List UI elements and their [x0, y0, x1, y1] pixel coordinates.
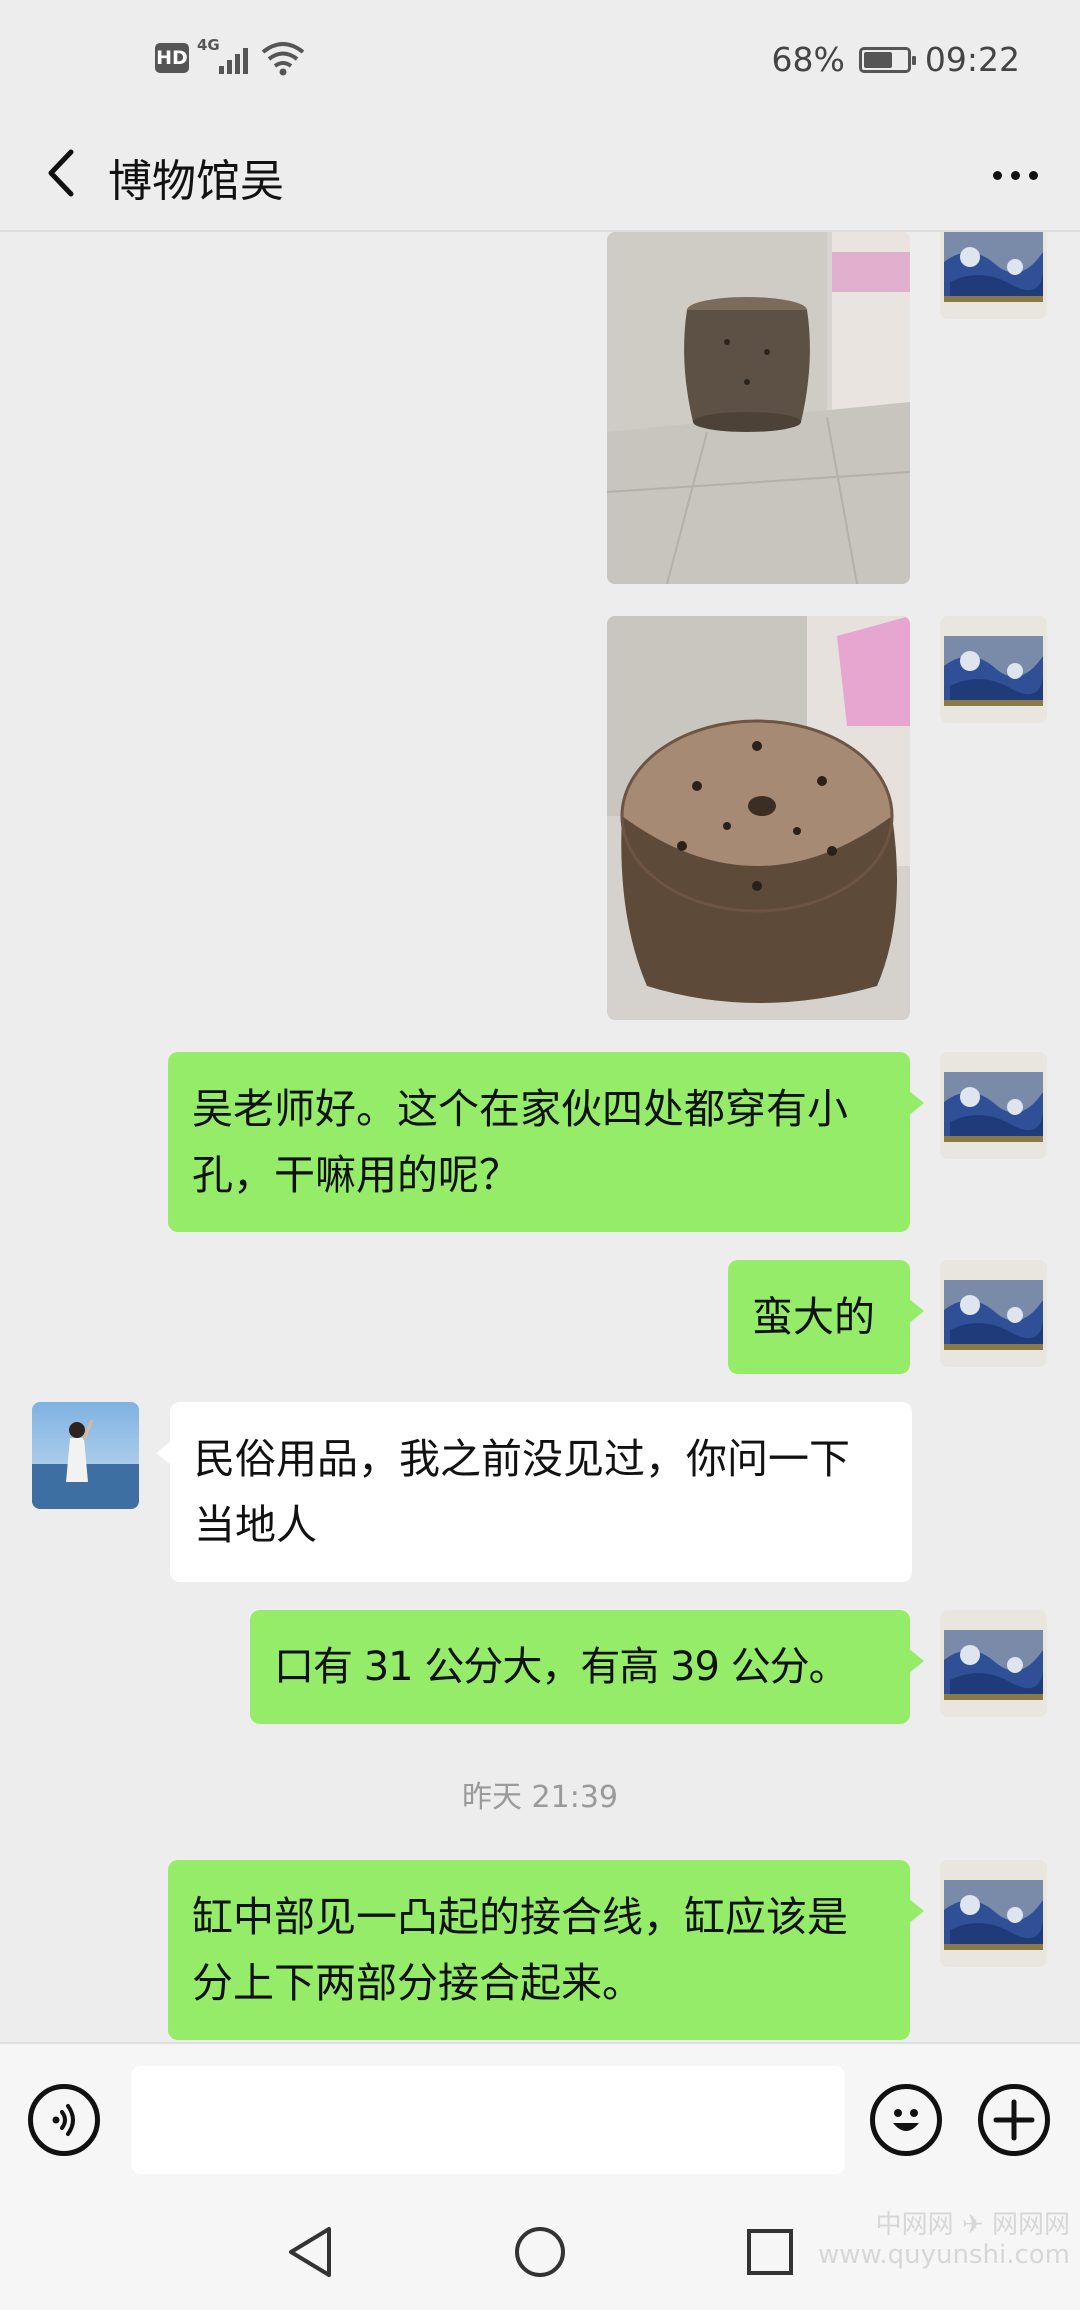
cellular-signal-icon: 4G — [197, 36, 253, 76]
chat-header: 博物馆吴 — [0, 125, 1080, 232]
message-list[interactable]: 吴老师好。这个在家伙四处都穿有小孔，干嘛用的呢？ 蛮大的 民俗用品，我之前没见过… — [0, 232, 1080, 2042]
status-bar: HD 4G 68% 09:22 — [0, 0, 1080, 125]
message-bubble[interactable]: 口有 31 公分大，有高 39 公分。 — [250, 1610, 924, 1724]
circle-home-icon — [515, 2227, 565, 2277]
jar-photo-2 — [607, 616, 910, 1020]
message-bubble[interactable]: 民俗用品，我之前没见过，你问一下当地人 — [156, 1402, 912, 1582]
chevron-left-icon — [48, 149, 74, 197]
image-message[interactable] — [607, 616, 910, 1020]
my-avatar[interactable] — [940, 1260, 1047, 1367]
my-avatar[interactable] — [940, 1052, 1047, 1159]
timestamp-separator: 昨天 21:39 — [462, 1780, 618, 1815]
battery-icon — [858, 46, 916, 73]
chat-input-bar — [0, 2042, 1080, 2192]
plus-icon — [993, 2099, 1035, 2141]
hd-badge: HD — [155, 43, 189, 73]
message-bubble[interactable]: 缸中部见一凸起的接合线，缸应该是分上下两部分接合起来。 — [168, 1860, 924, 2040]
more-button[interactable] — [980, 145, 1050, 205]
my-avatar[interactable] — [940, 616, 1047, 723]
contact-avatar[interactable] — [32, 1402, 139, 1509]
network-type: 4G — [197, 36, 220, 54]
voice-icon — [52, 2104, 75, 2136]
nav-home-button[interactable] — [510, 2222, 570, 2282]
my-avatar[interactable] — [940, 1860, 1047, 1967]
plus-button[interactable] — [978, 2084, 1050, 2156]
chat-title[interactable]: 博物馆吴 — [108, 145, 284, 209]
more-dots-icon — [992, 170, 1002, 180]
voice-button[interactable] — [28, 2084, 100, 2156]
my-avatar[interactable] — [940, 1610, 1047, 1717]
message-bubble[interactable]: 吴老师好。这个在家伙四处都穿有小孔，干嘛用的呢？ — [168, 1052, 924, 1232]
watermark: 中网网 ✈ 网网网 www.quyunshi.com — [818, 2210, 1070, 2270]
watermark-line-1: 中网网 ✈ 网网网 — [875, 2210, 1070, 2240]
battery-percent: 68% — [771, 40, 845, 79]
message-input[interactable] — [131, 2066, 845, 2174]
my-avatar[interactable] — [940, 232, 1047, 319]
nav-recents-button[interactable] — [740, 2222, 800, 2282]
back-button[interactable] — [30, 143, 90, 203]
emoji-button[interactable] — [870, 2084, 942, 2156]
message-bubble[interactable]: 蛮大的 — [728, 1260, 924, 1374]
emoji-icon — [893, 2109, 919, 2131]
watermark-line-2: www.quyunshi.com — [817, 2240, 1070, 2270]
wifi-icon — [261, 42, 305, 76]
square-recents-icon — [747, 2229, 793, 2275]
clock: 09:22 — [924, 40, 1020, 79]
triangle-back-icon — [289, 2227, 331, 2277]
jar-photo-1 — [607, 232, 910, 584]
image-message[interactable] — [607, 232, 910, 584]
nav-back-button[interactable] — [280, 2222, 340, 2282]
